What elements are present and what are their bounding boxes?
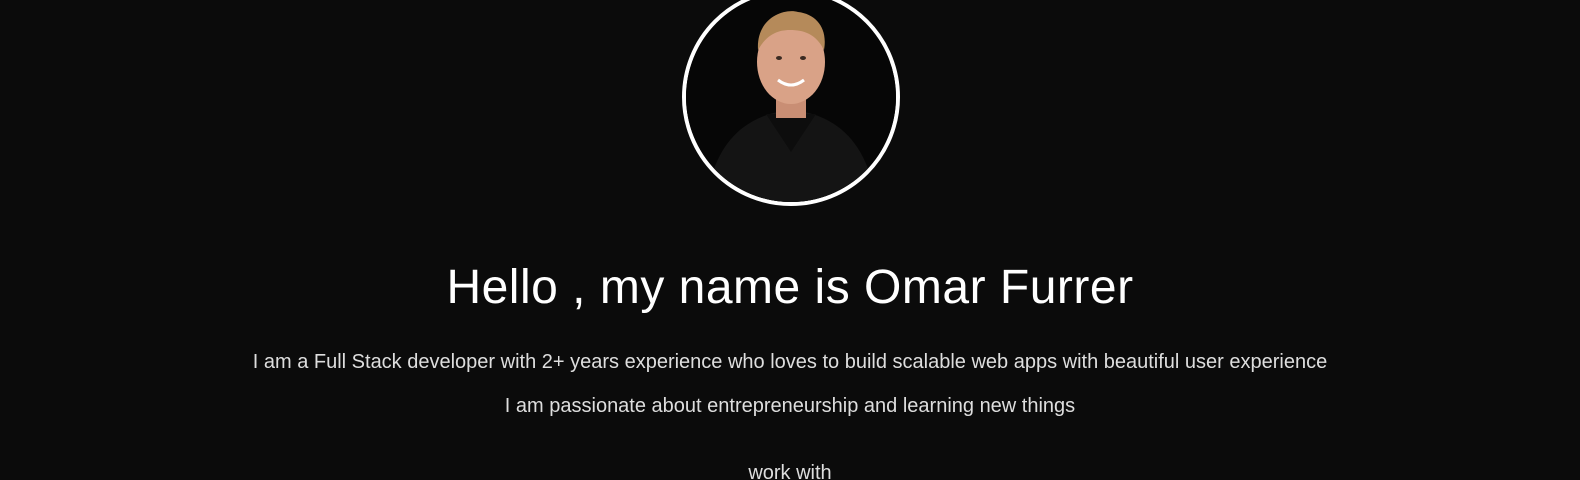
profile-avatar <box>682 0 900 206</box>
person-portrait-image <box>686 0 896 202</box>
bio-line-passion: I am passionate about entrepreneurship a… <box>504 395 1076 417</box>
work-with-heading: work with <box>748 462 832 480</box>
bio-line-experience: I am a Full Stack developer with 2+ year… <box>252 351 1328 373</box>
hero-title: Hello , my name is Omar Furrer <box>446 261 1134 314</box>
